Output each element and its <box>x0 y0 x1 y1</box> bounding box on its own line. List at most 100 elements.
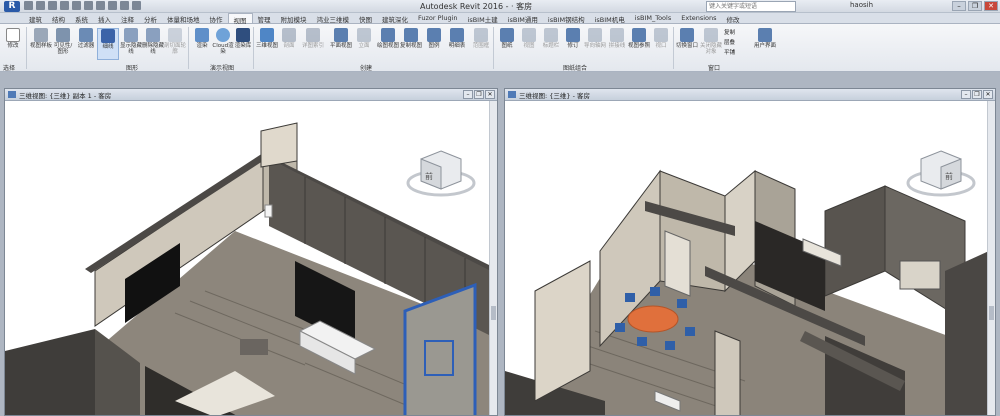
sheet-button[interactable]: 图纸 <box>496 28 518 60</box>
save-icon[interactable] <box>36 1 45 10</box>
window-title: Autodesk Revit 2016 - · 客房 <box>420 2 533 11</box>
user-name[interactable]: haosih <box>850 1 873 9</box>
3d-model-canvas-right[interactable]: 前 <box>505 101 987 415</box>
cascade-item[interactable]: 层叠 <box>724 38 754 48</box>
measure-icon[interactable] <box>84 1 93 10</box>
tab-massing-site[interactable]: 体量和场地 <box>162 13 205 24</box>
show-hidden-lines-button[interactable]: 显示隐藏线 <box>120 28 142 60</box>
render-gallery-button[interactable]: 渲染库 <box>232 28 254 60</box>
scrollbar-thumb-right[interactable] <box>989 306 994 320</box>
quick-access-toolbar <box>24 1 141 12</box>
callout-button[interactable]: 详图索引 <box>302 28 324 60</box>
tab-manage[interactable]: 管理 <box>253 13 276 24</box>
viewports-button[interactable]: 视口 <box>650 28 672 60</box>
application-menu-button[interactable]: R <box>4 1 20 12</box>
tab-isbim-mep[interactable]: isBIM机电 <box>590 13 630 24</box>
scope-box-icon <box>474 28 488 42</box>
scope-box-button[interactable]: 范围框 <box>470 28 492 60</box>
3d-model-canvas-left[interactable]: 前 <box>5 101 489 415</box>
tab-fuzor-plugin[interactable]: Fuzor Plugin <box>413 13 463 23</box>
tab-kuaitu[interactable]: 快图 <box>354 13 377 24</box>
3d-view-button[interactable]: 三维视图 <box>256 28 278 60</box>
thin-lines-button[interactable]: 细线 <box>97 28 119 60</box>
section-button[interactable]: 剖面 <box>278 28 300 60</box>
vertical-scrollbar-left[interactable] <box>489 101 497 415</box>
tab-view[interactable]: 视图 <box>227 13 253 25</box>
tab-isbim-civil[interactable]: isBIM土建 <box>463 13 503 24</box>
viewcube-left[interactable]: 前 <box>405 143 477 201</box>
view-minimize-button[interactable]: – <box>961 90 971 99</box>
filters-button[interactable]: 过滤器 <box>75 28 97 60</box>
window-controls: – ❐ ✕ <box>952 1 998 11</box>
view-restore-button[interactable]: ❐ <box>474 90 484 99</box>
tab-analyze[interactable]: 分析 <box>139 13 162 24</box>
tall-panel <box>260 122 298 168</box>
replicate-window-item[interactable]: 复制 <box>724 28 754 38</box>
3d-view-icon[interactable] <box>108 1 117 10</box>
view-close-button[interactable]: ✕ <box>485 90 495 99</box>
plan-views-button[interactable]: 平面视图 <box>330 28 352 60</box>
tab-isbim-tools[interactable]: isBIM_Tools <box>630 13 676 23</box>
matchline-button[interactable]: 拼接线 <box>606 28 628 60</box>
tab-collaborate[interactable]: 协作 <box>205 13 228 24</box>
print-icon[interactable] <box>72 1 81 10</box>
elevation-button[interactable]: 立面 <box>353 28 375 60</box>
view-templates-button[interactable]: 视图样板 <box>30 28 52 60</box>
tab-hongye-3d[interactable]: 鸿业三维模 <box>312 13 355 24</box>
revisions-button[interactable]: 修订 <box>562 28 584 60</box>
tab-modify[interactable]: 修改 <box>722 13 745 24</box>
tab-add-ins[interactable]: 附加模块 <box>276 13 312 24</box>
view-window-left[interactable]: 三维视图: {三维} 副本 1 - 客房 – ❐ ✕ 前 <box>4 88 498 416</box>
guide-grid-button[interactable]: 导向轴网 <box>584 28 606 60</box>
group-label-graphics: 图形 <box>126 65 139 72</box>
cloud-icon <box>216 28 230 42</box>
render-button[interactable]: 渲染 <box>191 28 213 60</box>
schedules-button[interactable]: 明细表 <box>446 28 468 60</box>
title-block-button[interactable]: 标题栏 <box>540 28 562 60</box>
close-hidden-button[interactable]: 关闭隐藏对象 <box>700 28 722 60</box>
scrollbar-thumb-left[interactable] <box>491 306 496 320</box>
maximize-button[interactable]: ❐ <box>968 1 982 11</box>
undo-icon[interactable] <box>48 1 57 10</box>
text-icon[interactable] <box>96 1 105 10</box>
open-icon[interactable] <box>24 1 33 10</box>
view-minimize-button[interactable]: – <box>463 90 473 99</box>
section-icon[interactable] <box>120 1 129 10</box>
minimize-button[interactable]: – <box>952 1 966 11</box>
group-label-create: 创建 <box>360 65 373 72</box>
view-restore-button[interactable]: ❐ <box>972 90 982 99</box>
place-view-button[interactable]: 视图 <box>518 28 540 60</box>
visibility-graphics-button[interactable]: 可见性/图形 <box>52 28 74 60</box>
viewcube-right[interactable]: 前 <box>905 143 977 201</box>
tab-insert[interactable]: 插入 <box>93 13 116 24</box>
switch-windows-button[interactable]: 切换窗口 <box>676 28 698 60</box>
view-reference-button[interactable]: 视图参照 <box>628 28 650 60</box>
cut-profile-button[interactable]: 剖切面轮廓 <box>164 28 186 60</box>
tab-extensions[interactable]: Extensions <box>676 13 721 23</box>
close-button[interactable]: ✕ <box>984 1 998 11</box>
search-input[interactable]: 键入关键字或短语 <box>706 1 796 12</box>
legends-button[interactable]: 图例 <box>423 28 445 60</box>
tab-annotate[interactable]: 注释 <box>116 13 139 24</box>
cloud-render-button[interactable]: Cloud渲染 <box>212 28 234 60</box>
tab-architecture[interactable]: 建筑 <box>24 13 47 24</box>
tile-item[interactable]: 平铺 <box>724 48 754 58</box>
tab-building-deepening[interactable]: 建筑深化 <box>377 13 413 24</box>
tab-structure[interactable]: 结构 <box>47 13 70 24</box>
remove-hidden-lines-button[interactable]: 删除隐藏线 <box>142 28 164 60</box>
vertical-scrollbar-right[interactable] <box>987 101 995 415</box>
view-window-right[interactable]: 三维视图: {三维} - 客房 – ❐ ✕ 前 <box>504 88 996 416</box>
duplicate-view-button[interactable]: 复制视图 <box>400 28 422 60</box>
modify-button[interactable]: 修改 <box>2 28 24 60</box>
ribbon-panel: 修改 视图样板 可见性/图形 过滤器 细线 显示隐藏线 删除隐藏线 剖切面轮廓 … <box>0 24 1000 72</box>
drafting-view-button[interactable]: 绘图视图 <box>377 28 399 60</box>
view-close-button[interactable]: ✕ <box>983 90 993 99</box>
user-interface-button[interactable]: 用户界面 <box>752 28 778 60</box>
redo-icon[interactable] <box>60 1 69 10</box>
tab-systems[interactable]: 系统 <box>70 13 93 24</box>
tab-isbim-steel[interactable]: isBIM钢结构 <box>543 13 590 24</box>
tab-isbim-general[interactable]: isBIM通用 <box>503 13 543 24</box>
thin-lines-icon[interactable] <box>132 1 141 10</box>
group-label-select[interactable]: 选择 <box>3 63 15 72</box>
group-label-sheet-composition: 图纸组合 <box>563 65 588 72</box>
